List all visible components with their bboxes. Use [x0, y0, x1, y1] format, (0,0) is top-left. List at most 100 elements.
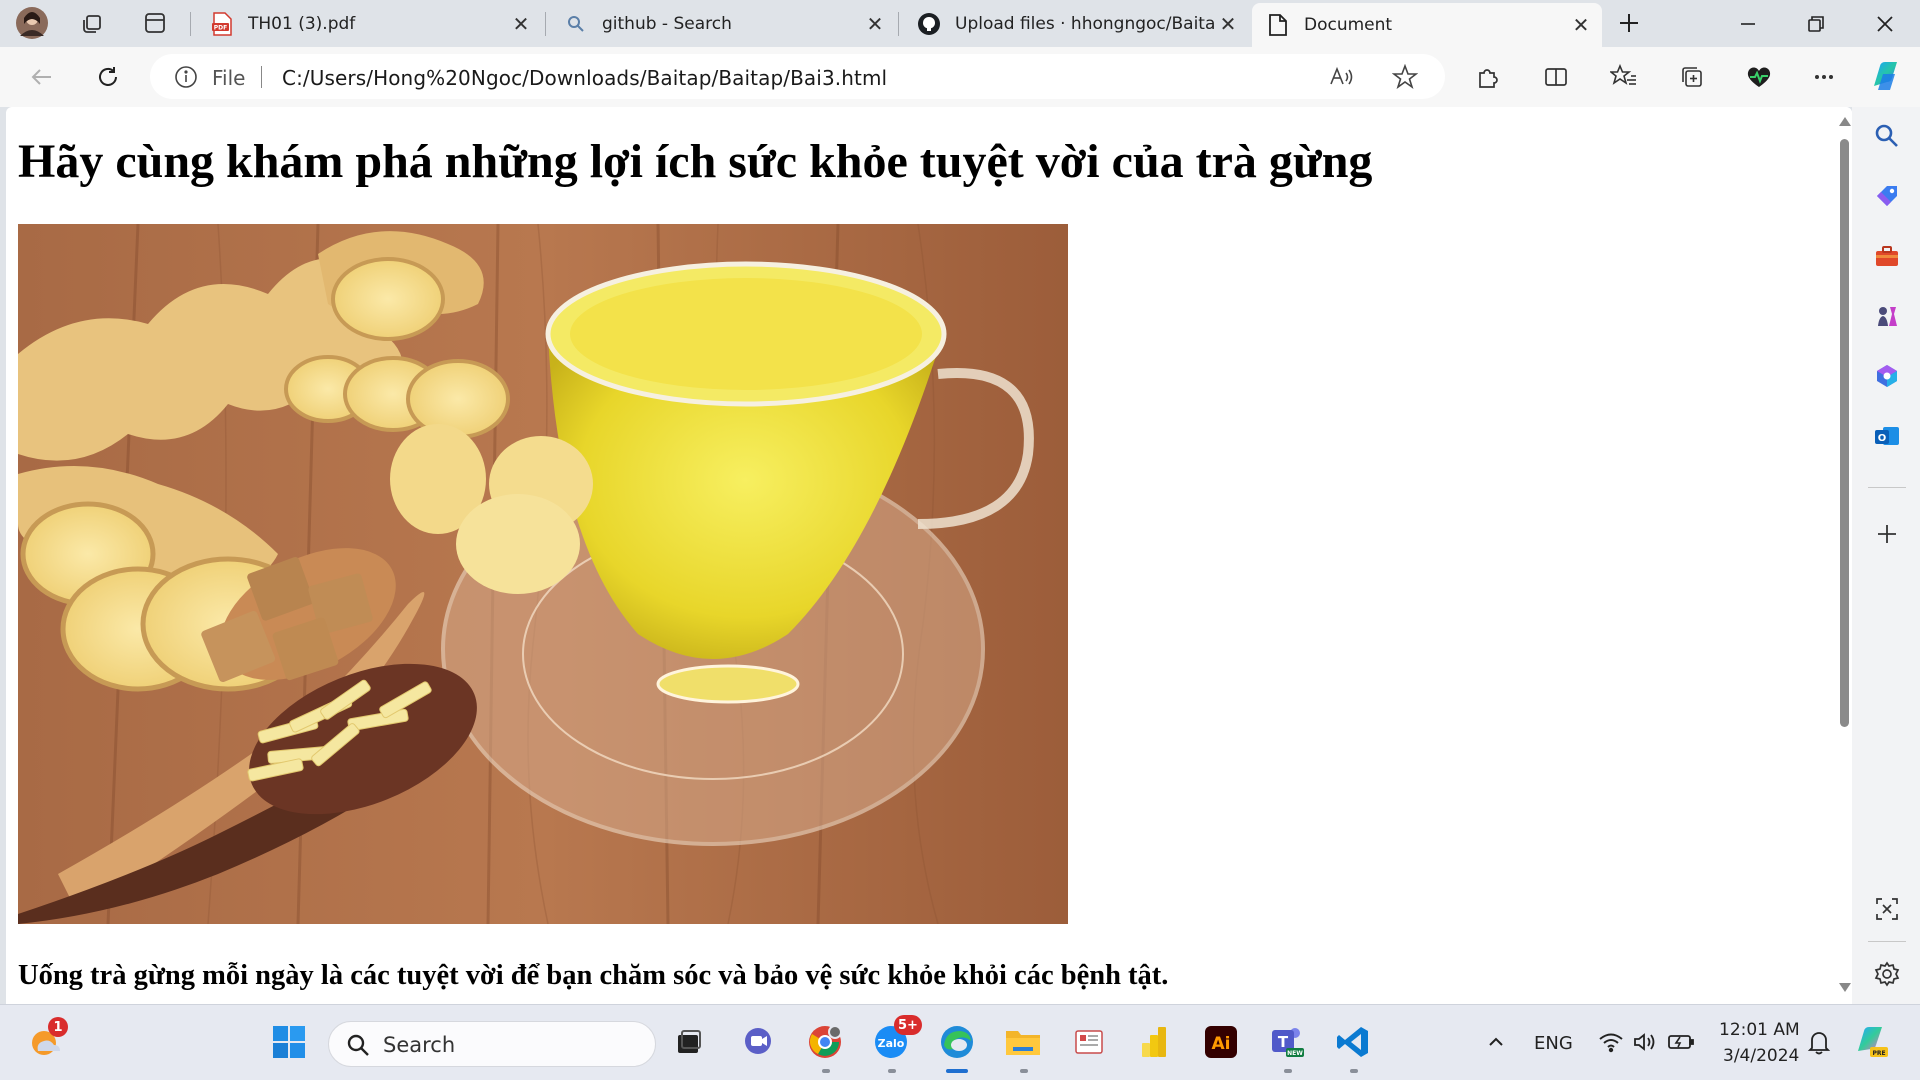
input-language[interactable]: ENG [1534, 1033, 1573, 1054]
chrome-icon[interactable] [804, 1021, 846, 1063]
refresh-button[interactable] [88, 57, 128, 97]
page-heading: Hãy cùng khám phá những lợi ích sức khỏe… [18, 135, 1373, 188]
vertical-scrollbar[interactable] [1836, 107, 1852, 1004]
tools-briefcase-icon[interactable] [1870, 239, 1904, 273]
taskbar-search-label: Search [383, 1033, 456, 1057]
power-bi-icon[interactable] [1134, 1021, 1176, 1063]
close-window-button[interactable] [1850, 0, 1920, 47]
office-app-icon[interactable] [1068, 1021, 1110, 1063]
notifications-bell-icon[interactable] [1798, 1021, 1840, 1063]
svg-text:PRE: PRE [1872, 1050, 1885, 1057]
extensions-icon[interactable] [1467, 57, 1507, 97]
svg-text:NEW: NEW [1287, 1050, 1303, 1057]
tab-upload-files[interactable]: Upload files · hhongngoc/Baitap ✕ [903, 5, 1249, 43]
close-icon[interactable]: ✕ [508, 11, 534, 37]
tab-github-search[interactable]: github - Search ✕ [550, 5, 896, 43]
restore-button[interactable] [1781, 0, 1851, 47]
zalo-notification-badge: 5+ [894, 1015, 922, 1035]
browser-essentials-icon[interactable] [1739, 57, 1779, 97]
scroll-up-icon[interactable] [1839, 117, 1851, 126]
running-indicator [1020, 1069, 1028, 1073]
ginger-tea-image [18, 224, 1068, 924]
scheme-label: File [212, 66, 246, 90]
address-separator [261, 66, 262, 88]
add-sidebar-app-icon[interactable] [1870, 517, 1904, 551]
taskbar-search-box[interactable]: Search [328, 1021, 656, 1067]
favorites-icon[interactable] [1604, 57, 1644, 97]
windows-taskbar: 1 Search Zalo 5+ Ai T NEW ENG 12:01 AM 3… [0, 1004, 1920, 1080]
browser-toolbar: File C:/Users/Hong%20Ngoc/Downloads/Bait… [0, 47, 1920, 107]
outlook-icon[interactable]: O [1870, 419, 1904, 453]
document-icon [1266, 13, 1290, 37]
new-tab-button[interactable] [1611, 5, 1647, 41]
minimize-button[interactable] [1713, 0, 1783, 47]
scrollbar-thumb[interactable] [1840, 139, 1849, 727]
taskbar-search-icon [345, 1032, 371, 1058]
profile-avatar[interactable] [14, 5, 50, 41]
svg-text:Zalo: Zalo [878, 1037, 905, 1050]
running-indicator [822, 1069, 830, 1073]
sidebar-separator [1868, 487, 1906, 488]
page-paragraph: Uống trà gừng mỗi ngày là các tuyệt vời … [18, 960, 1169, 991]
svg-text:PDF: PDF [214, 25, 227, 32]
close-icon[interactable]: ✕ [1568, 12, 1594, 38]
active-app-indicator [946, 1069, 968, 1073]
svg-text:O: O [1878, 433, 1887, 444]
tab-actions-icon[interactable] [137, 5, 173, 41]
search-icon [564, 12, 588, 36]
tab-title: TH01 (3).pdf [248, 14, 356, 34]
start-windows-icon[interactable] [268, 1021, 310, 1063]
copilot-icon[interactable] [1866, 56, 1906, 96]
copilot-preview-icon[interactable]: PRE [1850, 1021, 1892, 1063]
screenshot-icon[interactable] [1870, 892, 1904, 926]
task-view-icon[interactable] [668, 1021, 710, 1063]
sidebar-separator [1868, 941, 1906, 942]
clock-date[interactable]: 3/4/2024 [1723, 1046, 1799, 1066]
tab-title: Upload files · hhongngoc/Baitap [955, 14, 1215, 34]
battery-icon[interactable] [1660, 1021, 1702, 1063]
running-indicator [1284, 1069, 1292, 1073]
clock-time[interactable]: 12:01 AM [1719, 1020, 1800, 1040]
running-indicator [888, 1069, 896, 1073]
workspaces-icon[interactable] [74, 5, 110, 41]
github-icon [917, 12, 941, 36]
file-explorer-icon[interactable] [1002, 1021, 1044, 1063]
sidebar-search-icon[interactable] [1870, 119, 1904, 153]
illustrator-icon[interactable]: Ai [1200, 1021, 1242, 1063]
edge-sidebar: O [1852, 107, 1920, 1004]
tab-separator [545, 12, 546, 36]
teams-chat-icon[interactable] [737, 1021, 779, 1063]
vscode-icon[interactable] [1332, 1021, 1374, 1063]
widgets-notification-badge: 1 [48, 1017, 68, 1037]
info-icon[interactable] [174, 65, 198, 89]
teams-new-icon[interactable]: T NEW [1266, 1021, 1308, 1063]
split-screen-icon[interactable] [1536, 57, 1576, 97]
tab-pdf[interactable]: PDF TH01 (3).pdf ✕ [196, 5, 542, 43]
games-chess-icon[interactable] [1870, 299, 1904, 333]
tab-title: Document [1304, 15, 1393, 35]
tab-separator [190, 12, 191, 36]
show-hidden-icons-chevron-icon[interactable] [1475, 1021, 1517, 1063]
microsoft365-icon[interactable] [1870, 359, 1904, 393]
more-menu-icon[interactable] [1804, 57, 1844, 97]
close-icon[interactable]: ✕ [1215, 11, 1241, 37]
page-viewport: Hãy cùng khám phá những lợi ích sức khỏe… [6, 107, 1852, 1004]
running-indicator [1350, 1069, 1358, 1073]
svg-text:Ai: Ai [1212, 1034, 1231, 1054]
edge-browser-icon[interactable] [936, 1021, 978, 1063]
url-text[interactable]: C:/Users/Hong%20Ngoc/Downloads/Baitap/Ba… [282, 66, 887, 90]
shopping-tag-icon[interactable] [1870, 179, 1904, 213]
scroll-down-icon[interactable] [1839, 983, 1851, 992]
tab-separator [898, 12, 899, 36]
address-bar[interactable]: File C:/Users/Hong%20Ngoc/Downloads/Bait… [150, 54, 1445, 99]
back-button[interactable] [22, 57, 62, 97]
tab-title: github - Search [602, 14, 732, 34]
browser-tab-bar: PDF TH01 (3).pdf ✕ github - Search ✕ Upl… [0, 0, 1920, 47]
settings-gear-icon[interactable] [1870, 957, 1904, 991]
read-aloud-icon[interactable] [1328, 64, 1354, 90]
tab-document[interactable]: Document ✕ [1252, 3, 1602, 47]
collections-icon[interactable] [1672, 57, 1712, 97]
close-icon[interactable]: ✕ [862, 11, 888, 37]
add-favorite-icon[interactable] [1391, 63, 1419, 90]
pdf-icon: PDF [210, 12, 234, 36]
